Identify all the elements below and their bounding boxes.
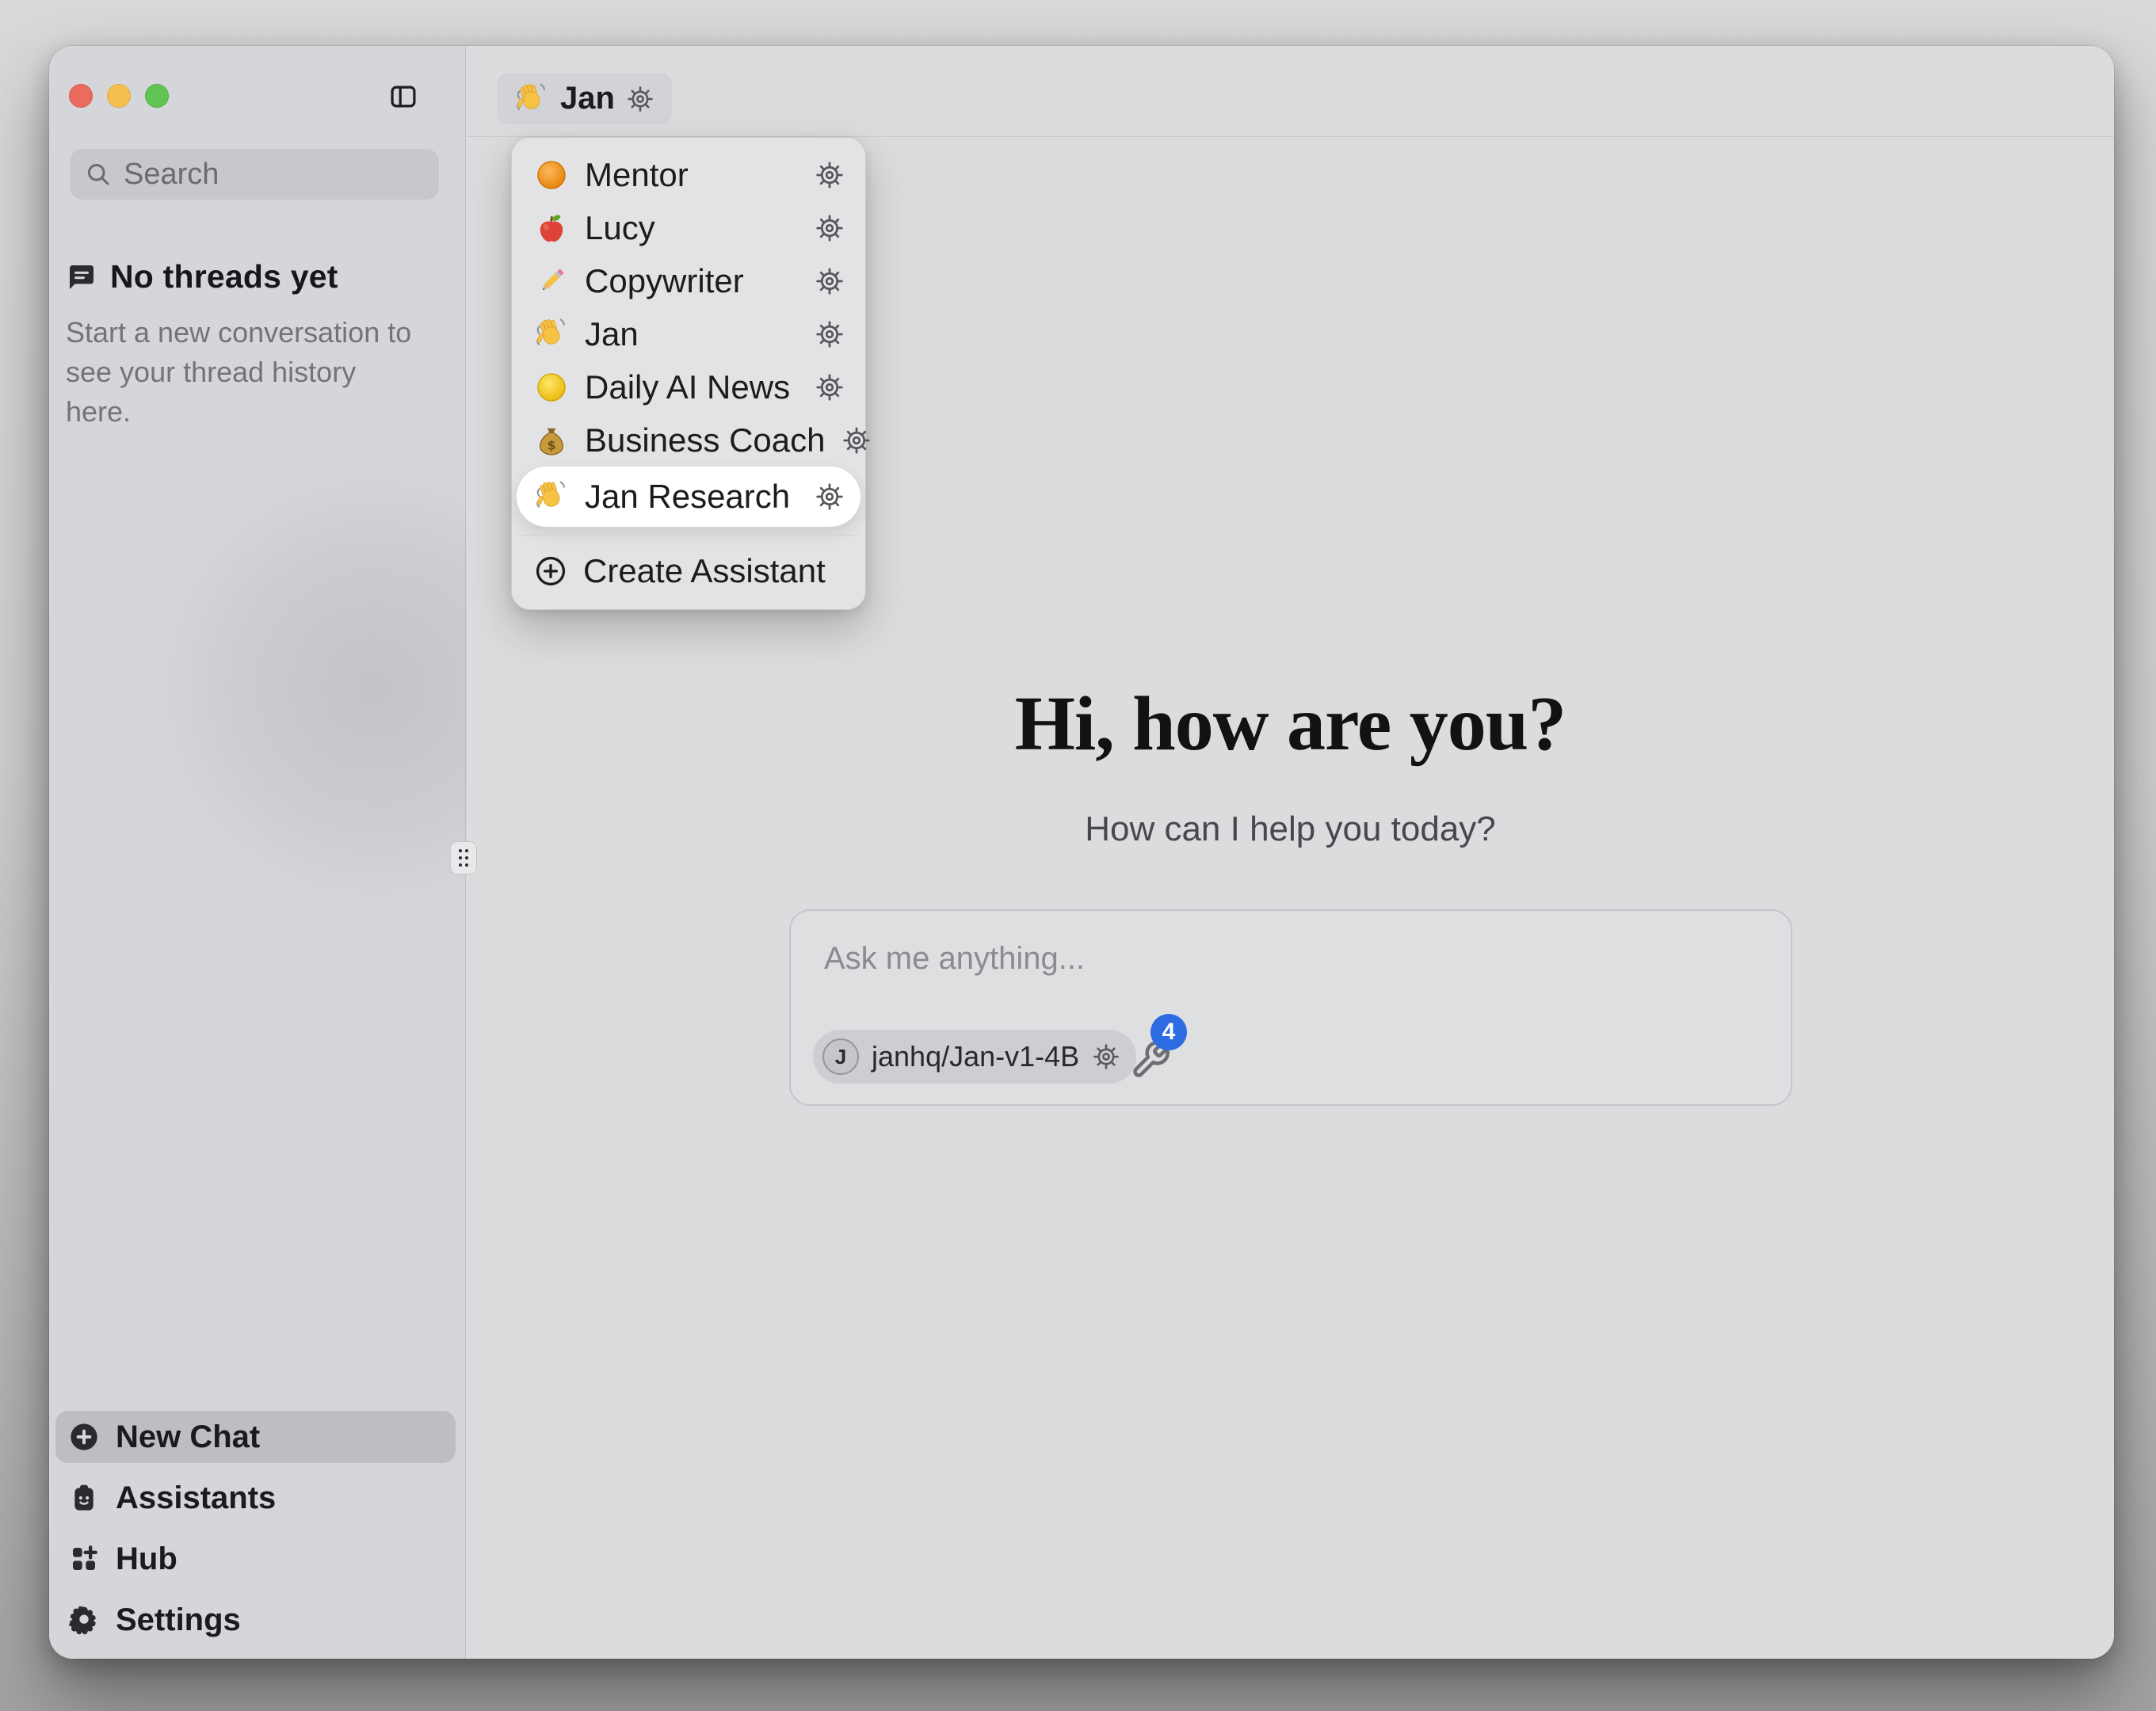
drag-dots-icon	[456, 848, 471, 868]
gear-icon[interactable]	[626, 85, 654, 113]
model-avatar: J	[822, 1038, 859, 1075]
sidebar-item-label: Hub	[116, 1541, 177, 1577]
sidebar-item-assistants[interactable]: Assistants	[55, 1472, 456, 1524]
gear-icon[interactable]	[815, 482, 845, 512]
gear-icon[interactable]	[1092, 1042, 1120, 1071]
sidebar-item-label: Settings	[116, 1602, 241, 1638]
assistant-menu: Mentor Lucy	[511, 137, 866, 610]
search-input[interactable]	[124, 158, 425, 192]
threads-empty-state: No threads yet Start a new conversation …	[66, 258, 422, 432]
gear-icon[interactable]	[815, 160, 845, 190]
plus-circle-icon	[68, 1421, 100, 1453]
create-assistant-label: Create Assistant	[583, 552, 826, 590]
assistant-menu-item-jan[interactable]: Jan	[517, 307, 860, 360]
assistant-menu-item-lucy[interactable]: Lucy	[517, 201, 860, 254]
tools-count-badge: 4	[1151, 1014, 1187, 1050]
assistant-menu-item-daily-ai-news[interactable]: Daily AI News	[517, 360, 860, 413]
assistant-selector-label: Jan	[560, 81, 615, 116]
create-assistant-button[interactable]: Create Assistant	[517, 543, 860, 599]
pencil-icon	[534, 264, 569, 299]
model-selector-button[interactable]: J janhq/Jan-v1-4B	[813, 1030, 1136, 1084]
money-bag-icon: $	[534, 423, 569, 458]
close-window-button[interactable]	[69, 84, 93, 108]
greeting-title: Hi, how are you?	[467, 680, 2114, 768]
sidebar-item-new-chat[interactable]: New Chat	[55, 1411, 456, 1463]
assistant-menu-item-copywriter[interactable]: Copywriter	[517, 254, 860, 307]
search-icon	[84, 160, 113, 189]
assistant-selector-button[interactable]: Jan	[497, 73, 672, 124]
svg-text:$: $	[547, 437, 555, 452]
empty-state-description: Start a new conversation to see your thr…	[66, 313, 422, 432]
sidebar: No threads yet Start a new conversation …	[49, 46, 466, 1659]
zoom-window-button[interactable]	[145, 84, 169, 108]
sidebar-resize-handle[interactable]	[450, 841, 477, 875]
empty-state-title: No threads yet	[110, 258, 338, 295]
assistant-menu-item-label: Jan Research	[585, 478, 799, 516]
main-topbar: Jan	[467, 46, 2114, 137]
assistant-menu-item-label: Daily AI News	[585, 368, 799, 406]
gear-icon[interactable]	[815, 372, 845, 402]
sidebar-item-label: New Chat	[116, 1419, 260, 1455]
greeting: Hi, how are you? How can I help you toda…	[467, 680, 2114, 849]
minimize-window-button[interactable]	[107, 84, 131, 108]
gear-icon	[68, 1604, 100, 1636]
assistant-menu-item-mentor[interactable]: Mentor	[517, 148, 860, 201]
chat-composer[interactable]: J janhq/Jan-v1-4B 4	[789, 909, 1792, 1106]
waving-hand-icon	[514, 82, 549, 116]
waving-hand-icon	[534, 317, 569, 352]
waving-hand-icon	[534, 479, 569, 514]
robot-icon	[68, 1482, 100, 1514]
assistant-menu-item-label: Lucy	[585, 209, 799, 247]
sidebar-nav: New Chat Assistants	[55, 1411, 456, 1646]
sidebar-toggle-icon[interactable]	[388, 82, 418, 112]
tools-button[interactable]: 4	[1130, 1025, 1177, 1080]
search-field[interactable]	[70, 149, 439, 200]
sidebar-item-settings[interactable]: Settings	[55, 1594, 456, 1646]
assistant-menu-item-label: Mentor	[585, 156, 799, 194]
app-window: No threads yet Start a new conversation …	[49, 46, 2114, 1659]
yellow-circle-icon	[534, 370, 569, 405]
hub-icon	[68, 1543, 100, 1575]
plus-circle-outline-icon	[534, 554, 567, 588]
assistant-menu-item-business-coach[interactable]: $ Business Coach	[517, 413, 860, 467]
sidebar-item-hub[interactable]: Hub	[55, 1533, 456, 1585]
gear-icon[interactable]	[815, 213, 845, 243]
apple-icon	[534, 211, 569, 246]
assistant-menu-item-label: Copywriter	[585, 262, 799, 300]
assistant-menu-item-jan-research[interactable]: Jan Research	[517, 467, 860, 527]
chat-bubble-icon	[66, 261, 97, 293]
gear-icon[interactable]	[815, 266, 845, 296]
assistant-menu-item-label: Jan	[585, 315, 799, 353]
model-name: janhq/Jan-v1-4B	[872, 1040, 1079, 1073]
chat-input[interactable]	[824, 941, 1757, 977]
window-controls	[69, 84, 169, 108]
orange-circle-icon	[534, 158, 569, 192]
assistant-menu-item-label: Business Coach	[585, 421, 826, 459]
greeting-subtitle: How can I help you today?	[467, 810, 2114, 849]
sidebar-item-label: Assistants	[116, 1480, 276, 1516]
gear-icon[interactable]	[815, 319, 845, 349]
gear-icon[interactable]	[841, 425, 872, 455]
